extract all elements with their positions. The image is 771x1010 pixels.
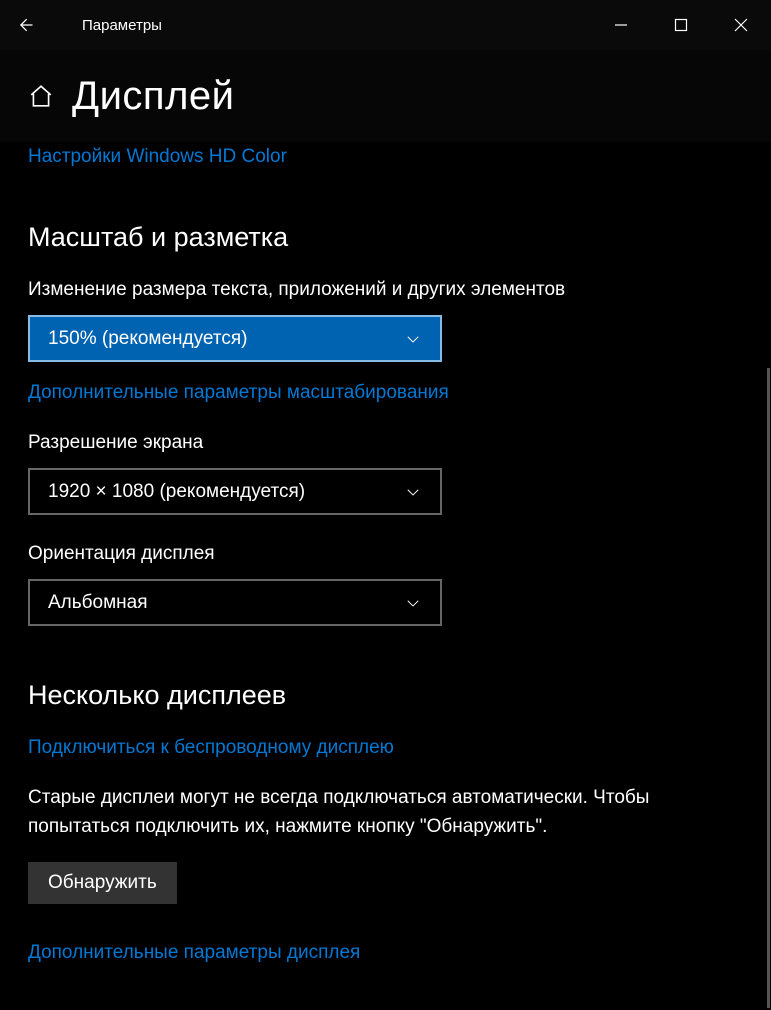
titlebar: Параметры: [0, 0, 771, 50]
chevron-down-icon: [404, 330, 422, 348]
text-detect-info: Старые дисплеи могут не всегда подключат…: [28, 783, 743, 842]
maximize-button[interactable]: [651, 0, 711, 50]
content-area: Настройки Windows HD Color Масштаб и раз…: [0, 146, 771, 964]
detect-button-label: Обнаружить: [48, 872, 157, 893]
arrow-left-icon: [15, 15, 35, 35]
minimize-icon: [614, 18, 628, 32]
label-scale: Изменение размера текста, приложений и д…: [28, 279, 743, 301]
dropdown-resolution-value: 1920 × 1080 (рекомендуется): [48, 481, 305, 503]
page-title: Дисплей: [72, 74, 235, 119]
close-button[interactable]: [711, 0, 771, 50]
dropdown-scale-value: 150% (рекомендуется): [48, 328, 247, 350]
section-heading-multi: Несколько дисплеев: [28, 680, 743, 711]
dropdown-scale[interactable]: 150% (рекомендуется): [28, 315, 442, 362]
window-title: Параметры: [82, 17, 162, 34]
scrollbar[interactable]: [767, 368, 770, 1008]
back-button[interactable]: [0, 0, 50, 50]
page-header: Дисплей: [0, 50, 771, 142]
home-icon[interactable]: [28, 83, 54, 109]
chevron-down-icon: [404, 594, 422, 612]
link-advanced-scaling[interactable]: Дополнительные параметры масштабирования: [28, 382, 743, 404]
label-orientation: Ориентация дисплея: [28, 543, 743, 565]
section-heading-scale: Масштаб и разметка: [28, 222, 743, 253]
label-resolution: Разрешение экрана: [28, 432, 743, 454]
window-controls: [591, 0, 771, 50]
dropdown-resolution[interactable]: 1920 × 1080 (рекомендуется): [28, 468, 442, 515]
chevron-down-icon: [404, 483, 422, 501]
dropdown-orientation[interactable]: Альбомная: [28, 579, 442, 626]
link-wireless-display[interactable]: Подключиться к беспроводному дисплею: [28, 737, 743, 759]
link-hd-color[interactable]: Настройки Windows HD Color: [28, 146, 743, 168]
close-icon: [734, 18, 748, 32]
dropdown-orientation-value: Альбомная: [48, 592, 148, 614]
minimize-button[interactable]: [591, 0, 651, 50]
link-advanced-display[interactable]: Дополнительные параметры дисплея: [28, 942, 743, 964]
detect-button[interactable]: Обнаружить: [28, 862, 177, 904]
maximize-icon: [674, 18, 688, 32]
